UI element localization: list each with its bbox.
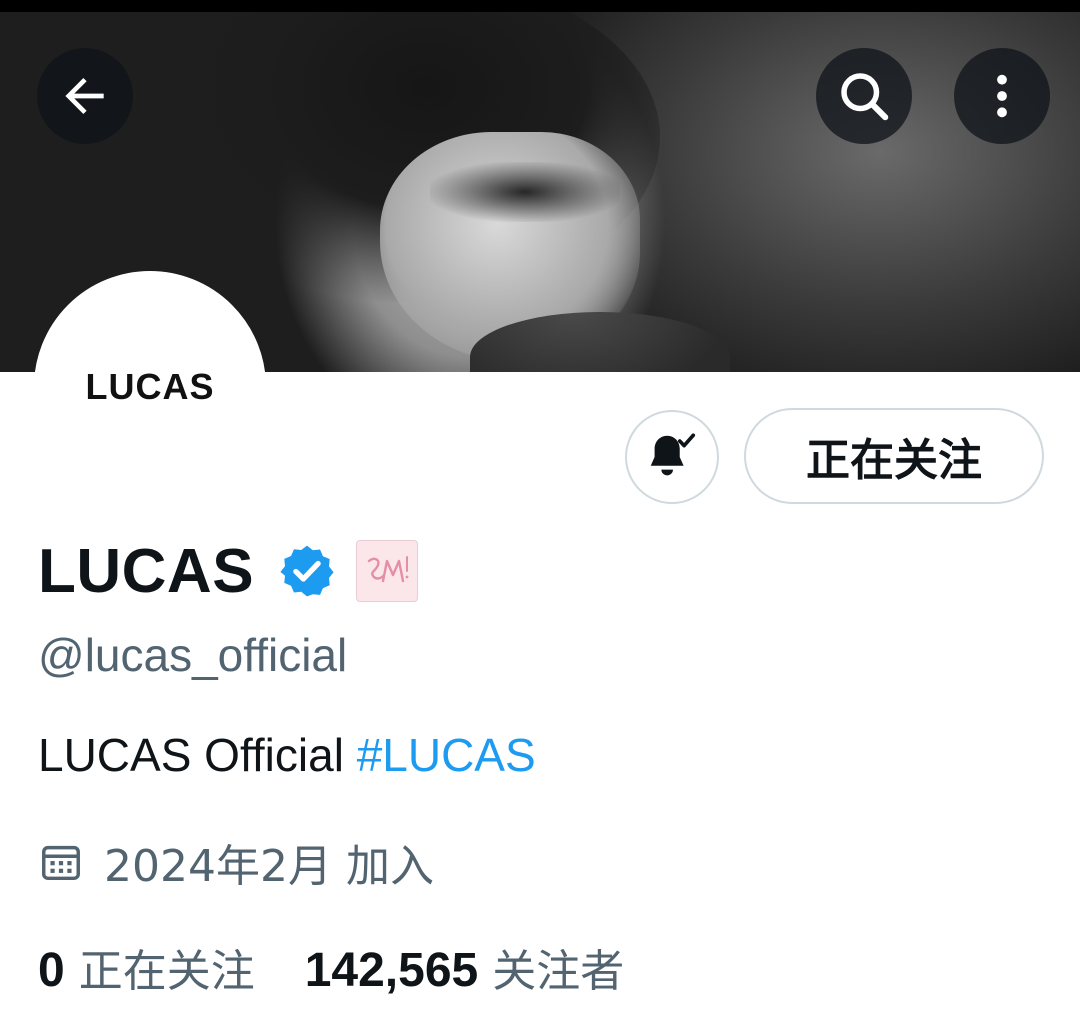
profile-avatar[interactable]: LUCAS [34,271,266,503]
back-button[interactable] [37,48,133,144]
following-label: 正在关注 [78,946,255,997]
followers-stat[interactable]: 142,565 关注者 [305,935,625,999]
notifications-button[interactable] [625,410,719,504]
status-bar [0,0,1080,12]
following-stat[interactable]: 0 正在关注 [38,935,255,999]
search-icon [841,73,889,121]
arrow-left-icon [65,78,104,114]
search-button[interactable] [816,48,912,144]
bio-hashtag-link[interactable]: #LUCAS [357,729,536,781]
display-name: LUCAS [38,536,255,606]
more-options-button[interactable] [954,48,1050,144]
bell-check-icon [650,433,696,476]
joined-date-row: 2024年2月 加入 [38,830,434,894]
profile-handle: @lucas_official [38,629,348,681]
following-count: 0 [38,944,65,997]
affiliate-label-badge[interactable] [356,540,419,602]
bio-text: LUCAS Official [38,729,357,781]
follow-stats: 0 正在关注 142,565 关注者 [38,935,624,999]
sm-logo-icon [367,556,409,583]
calendar-icon [42,845,80,881]
profile-name-row: LUCAS [38,535,419,607]
verified-badge-icon[interactable] [278,542,336,600]
avatar-logo-text: LUCAS [85,366,215,407]
profile-bio: LUCAS Official #LUCAS [38,728,536,782]
banner-photo-shadow [430,162,620,222]
followers-count: 142,565 [304,944,479,997]
following-button[interactable]: 正在关注 [744,408,1044,504]
followers-label: 关注者 [492,946,625,997]
more-vertical-icon [997,74,1007,118]
joined-date-text: 2024年2月 加入 [104,841,434,892]
